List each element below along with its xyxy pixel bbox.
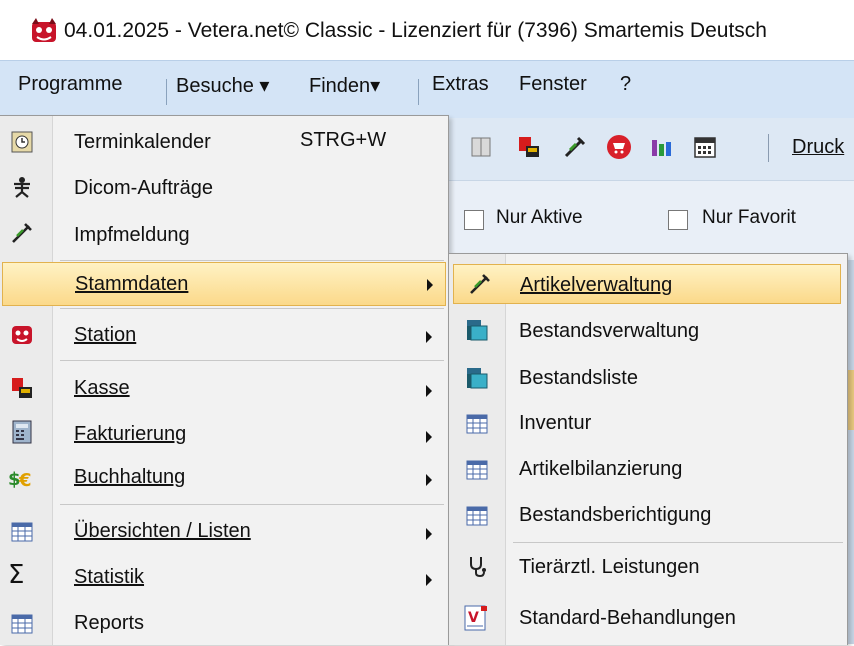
vetera-dog-icon (12, 326, 32, 344)
xray-icon (14, 177, 30, 198)
menu-programme[interactable]: Programme (18, 73, 122, 96)
submenu-arrow-icon (427, 279, 433, 291)
menu-extras[interactable]: Extras (432, 73, 489, 96)
table-icon (11, 522, 33, 542)
nur-favorit-checkbox[interactable] (668, 210, 688, 230)
submenu-arrow-icon (426, 431, 432, 443)
svg-text:V: V (468, 610, 479, 626)
menu-item-station[interactable]: Station (0, 312, 448, 358)
menu-fenster[interactable]: Fenster (519, 73, 587, 96)
table-icon (11, 614, 33, 634)
syringe-icon (470, 274, 490, 294)
clock-icon (11, 131, 33, 153)
menu-item-label: Kasse (74, 377, 130, 399)
lab-icon[interactable] (648, 134, 674, 160)
submenu-item-label: Artikelverwaltung (520, 274, 673, 296)
menu-separator (60, 260, 444, 261)
menu-item-label: Impfmeldung (74, 224, 190, 246)
window-title: 04.01.2025 - Vetera.net© Classic - Lizen… (64, 19, 767, 42)
menu-item-label: Statistik (74, 566, 145, 588)
menu-item-stammdaten[interactable]: Stammdaten (2, 262, 446, 306)
submenu-arrow-icon (426, 331, 432, 343)
nur-favorit-label: Nur Favorit (702, 207, 796, 228)
submenu-arrow-icon (426, 474, 432, 486)
submenu-item-bestandsverwaltung[interactable]: Bestandsverwaltung (449, 308, 847, 354)
submenu-item-standard-behandlungen[interactable]: V Standard-Behandlungen (449, 596, 847, 642)
menu-item-reports[interactable]: Reports (0, 600, 448, 646)
submenu-item-artikelbilanzierung[interactable]: Artikelbilanzierung (449, 448, 847, 494)
table-icon (466, 460, 488, 480)
menu-item-buchhaltung[interactable]: $ € Buchhaltung (0, 456, 448, 502)
currency-icon: $ € (8, 469, 32, 490)
menu-separator (513, 542, 843, 543)
menu-item-statistik[interactable]: Σ Statistik (0, 554, 448, 600)
menu-item-label: Übersichten / Listen (74, 520, 251, 542)
submenu-item-label: Inventur (519, 412, 592, 434)
calendar-icon[interactable] (692, 134, 718, 160)
submenu-arrow-icon (426, 385, 432, 397)
submenu-item-bestandsliste[interactable]: Bestandsliste (449, 356, 847, 402)
menu-item-fakturierung[interactable]: Fakturierung (0, 410, 448, 456)
vetera-dog-icon (32, 18, 56, 42)
cash-register-icon[interactable] (516, 134, 542, 160)
stock-icon (467, 320, 488, 341)
submenu-item-bestandsberichtigung[interactable]: Bestandsberichtigung (449, 494, 847, 540)
title-bar: 04.01.2025 - Vetera.net© Classic - Lizen… (0, 0, 854, 60)
menu-item-kasse[interactable]: Kasse (0, 364, 448, 410)
menu-help[interactable]: ? (620, 73, 631, 96)
menu-item-label: Reports (74, 612, 145, 634)
submenu-item-label: Artikelbilanzierung (519, 458, 683, 480)
syringe-icon[interactable] (562, 134, 588, 160)
shortcut-label: STRG+W (300, 129, 387, 151)
menu-item-label: Station (74, 324, 137, 346)
syringe-icon (12, 223, 32, 243)
invoice-icon (12, 420, 32, 444)
table-icon (466, 506, 488, 526)
menu-item-label: Terminkalender (74, 131, 211, 153)
submenu-item-label: Bestandsberichtigung (519, 504, 712, 526)
stock-icon (467, 368, 488, 389)
nur-aktive-label: Nur Aktive (496, 207, 583, 228)
menu-item-label: Fakturierung (74, 423, 187, 445)
menu-finden[interactable]: Finden▾ (309, 73, 380, 98)
cart-icon[interactable] (606, 134, 632, 160)
submenu-arrow-icon (426, 528, 432, 540)
nur-aktive-checkbox[interactable] (464, 210, 484, 230)
menu-item-impfmeldung[interactable]: Impfmeldung (0, 212, 448, 258)
submenu-item-label: Bestandsliste (519, 367, 638, 389)
menu-separator (60, 308, 444, 309)
programme-menu: Terminkalender STRG+W Dicom-Aufträge Imp… (0, 115, 449, 645)
stethoscope-icon (470, 557, 486, 578)
menu-item-dicom-auftraege[interactable]: Dicom-Aufträge (0, 166, 448, 212)
submenu-item-label: Standard-Behandlungen (519, 607, 736, 629)
menu-separator (418, 79, 419, 105)
menu-separator (60, 360, 444, 361)
menu-separator (166, 79, 167, 105)
menu-item-label: Dicom-Aufträge (74, 177, 213, 199)
book-icon[interactable] (468, 134, 494, 160)
menu-item-uebersichten-listen[interactable]: Übersichten / Listen (0, 508, 448, 554)
menu-besuche[interactable]: Besuche ▾ (176, 73, 269, 98)
sigma-icon: Σ (8, 560, 25, 590)
submenu-item-tieraerztl-leistungen[interactable]: Tierärztl. Leistungen (449, 544, 847, 590)
menu-item-label: Buchhaltung (74, 466, 186, 488)
toolbar: Druck (430, 118, 854, 180)
treatment-icon: V (464, 605, 487, 631)
druck-button[interactable]: Druck (792, 136, 844, 159)
submenu-item-inventur[interactable]: Inventur (449, 402, 847, 448)
toolbar-separator (768, 134, 769, 162)
stammdaten-submenu: Artikelverwaltung Bestandsverwaltung Bes… (448, 253, 848, 645)
menu-bar: Programme Besuche ▾ Finden▾ Extras Fenst… (0, 60, 854, 173)
submenu-arrow-icon (426, 574, 432, 586)
menu-item-terminkalender[interactable]: Terminkalender STRG+W (0, 120, 448, 166)
submenu-item-label: Bestandsverwaltung (519, 320, 700, 342)
submenu-item-artikelverwaltung[interactable]: Artikelverwaltung (453, 264, 841, 304)
submenu-item-label: Tierärztl. Leistungen (519, 556, 700, 578)
menu-item-label: Stammdaten (75, 273, 189, 295)
filter-bar: Nur Aktive Nur Favorit (430, 180, 854, 261)
svg-text:€: € (18, 470, 32, 490)
cash-register-icon (12, 378, 32, 398)
table-icon (466, 414, 488, 434)
menu-separator (60, 504, 444, 505)
